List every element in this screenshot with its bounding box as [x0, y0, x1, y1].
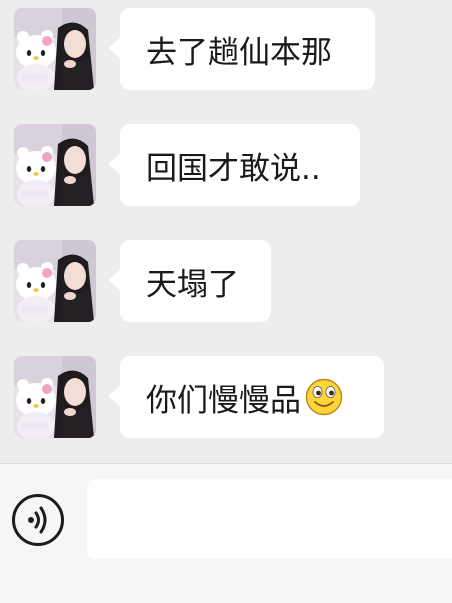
avatar-image	[14, 124, 96, 206]
input-bar	[0, 463, 452, 603]
smiley-face-icon	[305, 378, 343, 416]
message-bubble[interactable]: 回国才敢说..	[108, 124, 360, 206]
voice-icon	[28, 506, 47, 534]
message-input[interactable]	[87, 479, 452, 559]
contact-avatar[interactable]	[14, 124, 96, 206]
message-bubble[interactable]: 天塌了	[108, 240, 271, 322]
contact-avatar[interactable]	[14, 8, 96, 90]
message-text: 你们慢慢品	[146, 382, 301, 419]
message-bubble[interactable]: 去了趟仙本那	[108, 8, 375, 90]
avatar-image	[14, 240, 96, 322]
message-text: 去了趟仙本那	[146, 34, 332, 71]
message-row: 天塌了	[0, 240, 452, 324]
avatar-image	[14, 356, 96, 438]
contact-avatar[interactable]	[14, 356, 96, 438]
avatar-image	[14, 8, 96, 90]
message-text: 天塌了	[146, 266, 239, 303]
chat-area: 去了趟仙本那 回国才敢说.. 天塌了 你们慢慢品	[0, 0, 452, 463]
contact-avatar[interactable]	[14, 240, 96, 322]
message-row: 你们慢慢品	[0, 356, 452, 440]
message-row: 回国才敢说..	[0, 124, 452, 208]
message-bubble[interactable]: 你们慢慢品	[108, 356, 384, 438]
message-row: 去了趟仙本那	[0, 8, 452, 92]
voice-button[interactable]	[12, 494, 64, 546]
message-text: 回国才敢说..	[146, 150, 321, 187]
